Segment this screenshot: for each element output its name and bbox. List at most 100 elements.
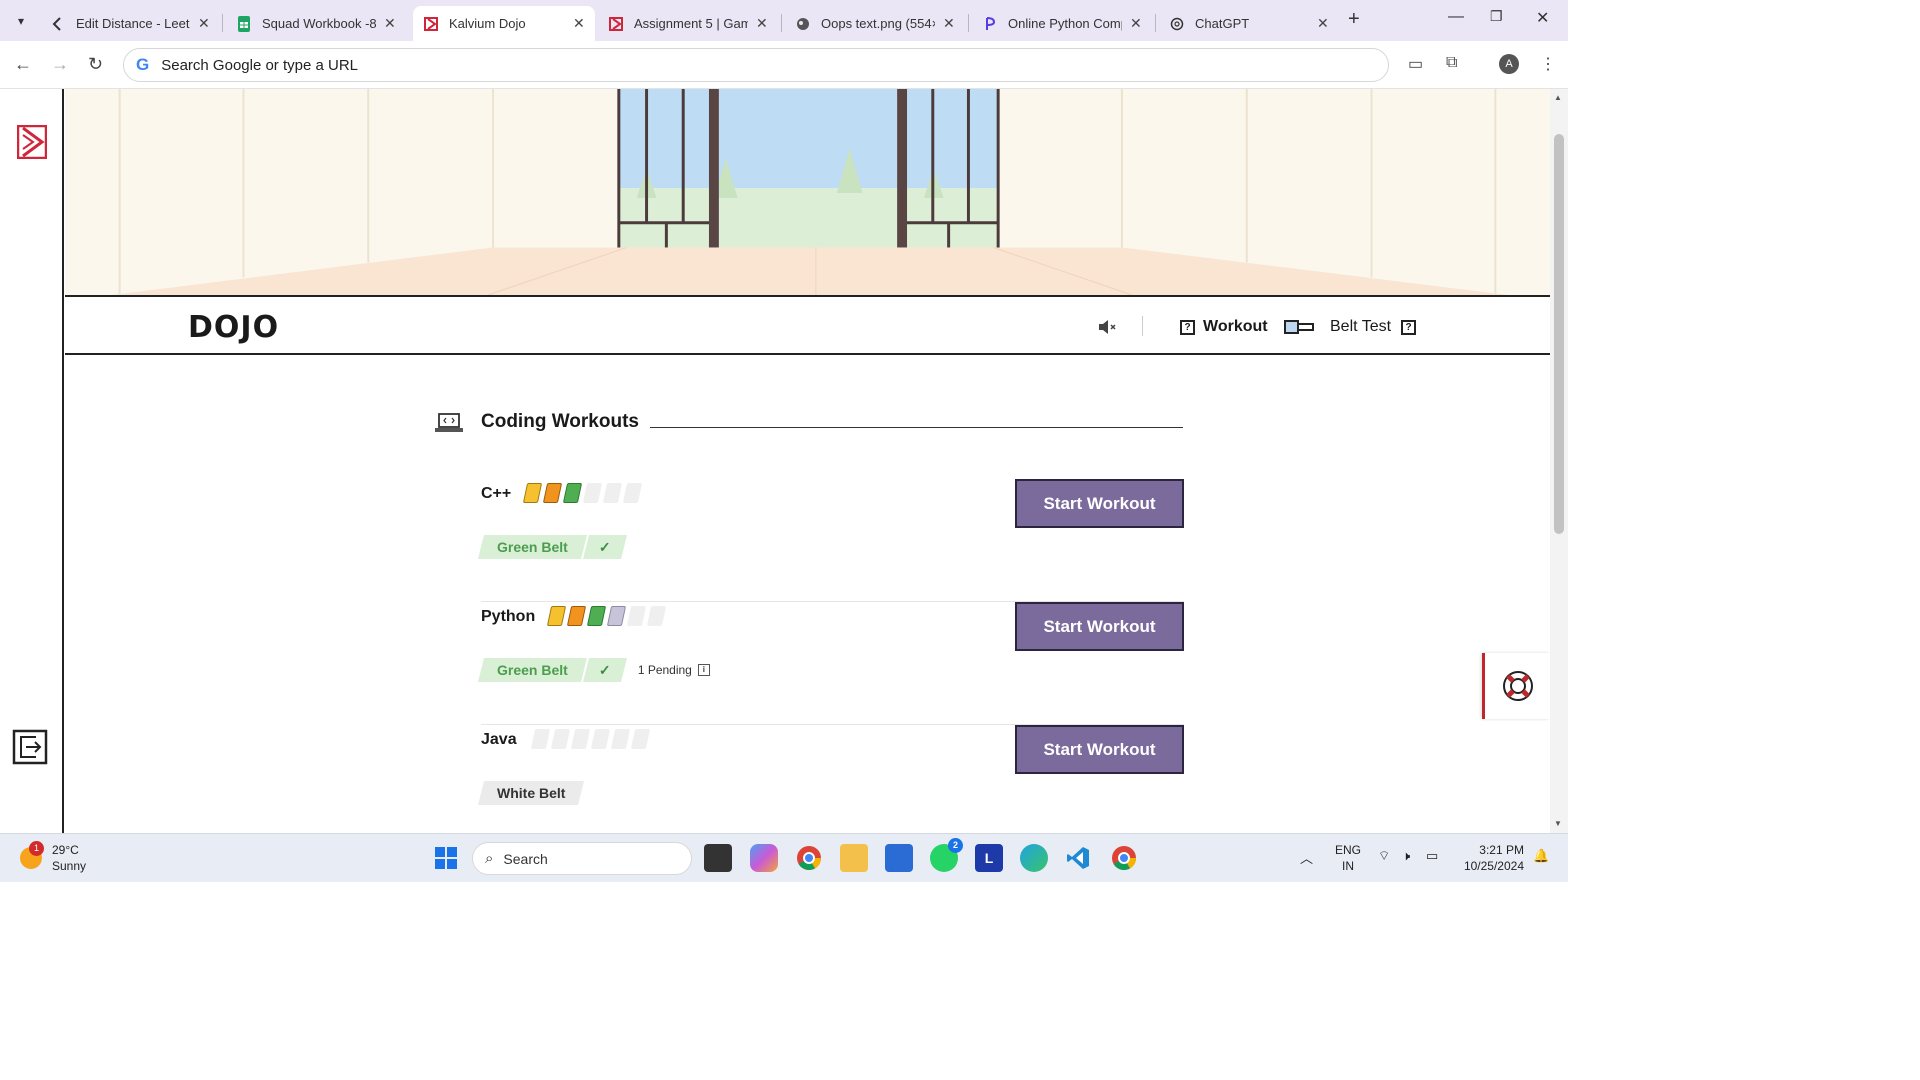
language-name: Java	[481, 731, 517, 748]
clock-time: 3:21 PM	[1479, 843, 1524, 857]
workout-row-python: Python Green Belt ✓ 1 Pending i Start Wo…	[478, 602, 1184, 725]
language-indicator[interactable]: ENG IN	[1335, 842, 1361, 874]
tab-strip: ▾ Edit Distance - LeetCode ✕ Squad Workb…	[0, 0, 1568, 41]
belt-test-tab[interactable]: Belt Test ?	[1330, 318, 1417, 336]
tab-oops-text[interactable]: Oops text.png (554× ✕	[785, 6, 965, 41]
forward-icon[interactable]: →	[51, 54, 69, 75]
weather-temp: 29°C	[52, 843, 79, 857]
omnibox[interactable]: G Search Google or type a URL	[123, 48, 1389, 82]
whatsapp-badge: 2	[948, 838, 963, 853]
vscode-icon[interactable]	[1064, 844, 1092, 872]
taskbar-search[interactable]: ⌕ Search	[472, 842, 692, 875]
kalvium-icon	[608, 16, 624, 32]
weather-widget[interactable]: 1 29°C Sunny	[20, 841, 87, 874]
cast-icon[interactable]: ▭	[1408, 54, 1423, 74]
tab-kalvium-dojo[interactable]: Kalvium Dojo ✕	[413, 6, 595, 41]
tab-search-dropdown[interactable]: ▾	[8, 8, 34, 34]
belt-status: White Belt	[478, 781, 585, 805]
belt-test-label: Belt Test	[1330, 318, 1392, 335]
meter-segment	[550, 729, 571, 749]
chrome-icon[interactable]	[795, 844, 823, 872]
workout-label: Workout	[1203, 318, 1268, 335]
task-view-icon[interactable]	[704, 844, 732, 872]
reload-icon[interactable]: ↻	[88, 54, 103, 75]
start-workout-button[interactable]: Start Workout	[1015, 602, 1184, 651]
windows-taskbar: 1 29°C Sunny ⌕ Search 2 L ︿ ENG IN ⌔ 🕨 ▭…	[0, 833, 1568, 882]
workout-tab[interactable]: ? Workout	[1180, 318, 1268, 336]
close-icon[interactable]: ✕	[384, 15, 396, 32]
l-app-icon[interactable]: L	[975, 844, 1003, 872]
scroll-up-icon[interactable]: ▲	[1554, 93, 1562, 102]
close-icon[interactable]: ✕	[198, 15, 210, 32]
meter-segment	[522, 483, 543, 503]
pending-indicator[interactable]: 1 Pending i	[638, 663, 710, 677]
mode-toggle-switch[interactable]	[1284, 320, 1314, 334]
meter-segment	[546, 606, 567, 626]
language-name: Python	[481, 608, 536, 625]
scroll-thumb[interactable]	[1554, 134, 1564, 534]
tab-title: Kalvium Dojo	[449, 16, 526, 31]
meter-segment	[566, 606, 587, 626]
close-icon[interactable]: ✕	[1317, 15, 1329, 32]
search-icon: ⌕	[485, 850, 494, 867]
show-hidden-icons[interactable]: ︿	[1300, 848, 1313, 867]
check-icon: ✓	[582, 535, 627, 559]
tab-title: Squad Workbook -84	[262, 16, 376, 31]
file-explorer-icon[interactable]	[840, 844, 868, 872]
belt-badge: Green Belt	[478, 658, 587, 682]
battery-icon[interactable]: ▭	[1426, 848, 1438, 864]
close-icon[interactable]: ✕	[756, 15, 768, 32]
laptop-code-icon	[435, 413, 463, 432]
kalvium-logo-icon[interactable]	[17, 125, 47, 159]
system-clock[interactable]: 3:21 PM 10/25/2024	[1460, 842, 1524, 874]
start-workout-button[interactable]: Start Workout	[1015, 725, 1184, 774]
sun-icon: 1	[20, 841, 44, 869]
info-icon[interactable]: i	[697, 664, 710, 676]
tab-squad-workbook[interactable]: Squad Workbook -84 ✕	[226, 6, 406, 41]
restore-button[interactable]: ❐	[1490, 8, 1503, 25]
tab-divider	[781, 14, 782, 32]
tab-online-python[interactable]: Online Python Comp ✕	[972, 6, 1152, 41]
meter-segment	[586, 606, 607, 626]
start-workout-button[interactable]: Start Workout	[1015, 479, 1184, 528]
workouts-content: Coding Workouts C++ Green Belt ✓ Start W…	[65, 357, 1550, 833]
notifications-icon[interactable]: 🔔	[1533, 848, 1549, 864]
meter-segment	[630, 729, 651, 749]
menu-icon[interactable]: ⋮	[1540, 54, 1556, 74]
help-icon: ?	[1401, 319, 1417, 335]
windows-start-icon[interactable]	[432, 844, 460, 872]
tab-title: Online Python Comp	[1008, 16, 1122, 31]
sheets-icon	[236, 15, 252, 32]
tab-assignment-5[interactable]: Assignment 5 | Game ✕	[598, 6, 778, 41]
tab-leetcode[interactable]: Edit Distance - LeetCode ✕	[40, 6, 220, 41]
scroll-down-icon[interactable]: ▼	[1554, 819, 1562, 828]
chrome-profile-icon[interactable]	[1110, 844, 1138, 872]
minimize-button[interactable]: —	[1448, 8, 1464, 26]
meter-segment	[582, 483, 603, 503]
speaker-mute-icon[interactable]	[1097, 318, 1117, 336]
workout-row-java: Java White Belt Start Workout	[478, 725, 1184, 833]
new-tab-button[interactable]: +	[1348, 8, 1360, 31]
weather-desc: Sunny	[52, 859, 87, 873]
extensions-icon[interactable]: ⧉	[1446, 54, 1457, 72]
volume-mute-icon[interactable]: 🕨	[1402, 848, 1410, 864]
page-scrollbar[interactable]: ▲ ▼	[1550, 89, 1568, 833]
edge-icon[interactable]	[1020, 844, 1048, 872]
back-icon[interactable]: ←	[14, 54, 32, 75]
copilot-icon[interactable]	[750, 844, 778, 872]
pending-label: 1 Pending	[637, 663, 692, 677]
profile-avatar[interactable]: A	[1499, 54, 1519, 74]
meter-segment	[562, 483, 583, 503]
whatsapp-icon[interactable]: 2	[930, 838, 963, 872]
address-toolbar: ← → ↻ G Search Google or type a URL ▭ ⧉ …	[0, 41, 1568, 89]
ms-store-icon[interactable]	[885, 844, 913, 872]
left-sidebar	[0, 89, 64, 833]
close-icon[interactable]: ✕	[573, 15, 585, 32]
close-icon[interactable]: ✕	[1130, 15, 1142, 32]
help-support-button[interactable]	[1482, 653, 1550, 719]
tab-chatgpt[interactable]: ChatGPT ✕	[1159, 6, 1339, 41]
close-icon[interactable]: ✕	[943, 15, 955, 32]
wifi-icon[interactable]: ⌔	[1378, 848, 1390, 864]
logout-icon[interactable]	[12, 729, 48, 765]
close-window-button[interactable]: ✕	[1536, 8, 1549, 28]
